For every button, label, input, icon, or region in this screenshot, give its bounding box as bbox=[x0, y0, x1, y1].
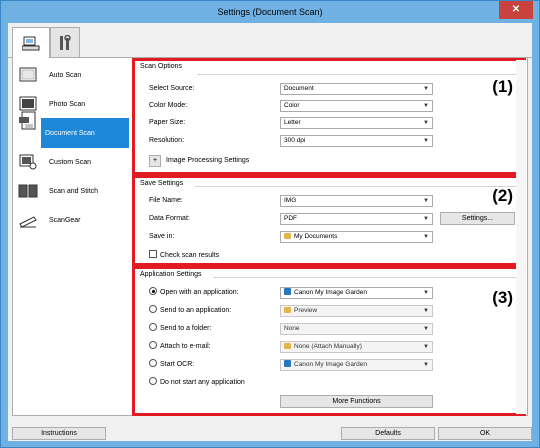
sidebar-item-label: Photo Scan bbox=[49, 100, 86, 108]
chevron-down-icon: ▼ bbox=[423, 103, 429, 109]
sidebar-item-scan-and-stitch[interactable]: Scan and Stitch bbox=[13, 176, 129, 206]
chevron-down-icon: ▼ bbox=[423, 344, 429, 350]
color-mode-dropdown[interactable]: Color ▼ bbox=[280, 100, 433, 112]
attach-email-row[interactable]: Attach to e-mail: bbox=[149, 341, 211, 353]
select-source-label: Select Source: bbox=[149, 85, 195, 92]
defaults-button[interactable]: Defaults bbox=[341, 427, 435, 440]
application-settings-heading: Application Settings bbox=[140, 271, 202, 278]
section-number-2: (2) bbox=[492, 186, 513, 205]
more-functions-button[interactable]: More Functions bbox=[280, 395, 433, 408]
sidebar-item-document-scan[interactable]: Document Scan bbox=[41, 118, 129, 148]
chevron-down-icon: ▼ bbox=[423, 198, 429, 204]
tools-icon bbox=[60, 34, 71, 50]
check-scan-results-row[interactable]: Check scan results bbox=[149, 250, 219, 262]
image-processing-label: Image Processing Settings bbox=[166, 157, 250, 164]
settings-window: Settings (Document Scan) ✕ Auto Scan Pho… bbox=[0, 0, 540, 448]
check-scan-results-label: Check scan results bbox=[160, 252, 220, 259]
section-number-1: (1) bbox=[492, 77, 513, 96]
color-mode-label: Color Mode: bbox=[149, 102, 188, 109]
start-ocr-radio[interactable] bbox=[149, 359, 157, 367]
chevron-down-icon: ▼ bbox=[423, 86, 429, 92]
sidebar-item-scangear[interactable]: ScanGear bbox=[13, 205, 129, 235]
divider bbox=[195, 186, 519, 187]
chevron-down-icon: ▼ bbox=[423, 138, 429, 144]
save-in-label: Save in: bbox=[149, 233, 175, 240]
divider bbox=[197, 74, 519, 75]
sidebar-item-label: ScanGear bbox=[49, 216, 81, 224]
ok-button[interactable]: OK bbox=[438, 427, 532, 440]
scangear-icon bbox=[13, 211, 43, 229]
send-to-app-radio[interactable] bbox=[149, 305, 157, 313]
no-app-row[interactable]: Do not start any application bbox=[149, 377, 245, 389]
email-app-icon bbox=[284, 343, 291, 349]
resolution-dropdown[interactable]: 300 dpi ▼ bbox=[280, 135, 433, 147]
start-ocr-dropdown[interactable]: Canon My Image Garden ▼ bbox=[280, 359, 433, 371]
data-format-label: Data Format: bbox=[149, 215, 190, 222]
section-number-3: (3) bbox=[492, 288, 513, 307]
chevron-down-icon: ▼ bbox=[423, 308, 429, 314]
send-to-app-dropdown[interactable]: Preview ▼ bbox=[280, 305, 433, 317]
window-title: Settings (Document Scan) bbox=[217, 7, 323, 17]
scan-options-section: Scan Options (1) Select Source: Document… bbox=[132, 58, 526, 175]
folder-icon bbox=[284, 233, 291, 239]
attach-email-dropdown[interactable]: None (Attach Manually) ▼ bbox=[280, 341, 433, 353]
scan-stitch-icon bbox=[13, 182, 43, 200]
sidebar-item-label: Custom Scan bbox=[49, 158, 92, 166]
divider bbox=[213, 277, 519, 278]
open-with-app-row[interactable]: Open with an application: bbox=[149, 287, 239, 299]
open-with-app-dropdown[interactable]: Canon My Image Garden ▼ bbox=[280, 287, 433, 299]
save-settings-section: Save Settings (2) File Name: IMG ▼ Data F… bbox=[132, 175, 526, 266]
instructions-button[interactable]: Instructions bbox=[12, 427, 106, 440]
sidebar-item-label: Document Scan bbox=[45, 129, 95, 137]
chevron-down-icon: ▼ bbox=[423, 216, 429, 222]
send-to-folder-row[interactable]: Send to a folder: bbox=[149, 323, 211, 335]
open-with-app-radio[interactable] bbox=[149, 287, 157, 295]
sidebar-item-auto-scan[interactable]: Auto Scan bbox=[13, 60, 129, 90]
file-name-combo[interactable]: IMG ▼ bbox=[280, 195, 433, 207]
sidebar-item-label: Scan and Stitch bbox=[49, 187, 99, 195]
check-scan-results-checkbox[interactable] bbox=[149, 250, 157, 258]
attach-email-radio[interactable] bbox=[149, 341, 157, 349]
format-settings-button[interactable]: Settings... bbox=[440, 212, 515, 225]
chevron-down-icon: ▼ bbox=[423, 362, 429, 368]
canon-app-icon bbox=[284, 360, 291, 367]
chevron-down-icon: ▼ bbox=[423, 326, 429, 332]
paper-size-label: Paper Size: bbox=[149, 119, 186, 126]
paper-size-dropdown[interactable]: Letter ▼ bbox=[280, 117, 433, 129]
scan-options-heading: Scan Options bbox=[140, 63, 183, 70]
save-in-dropdown[interactable]: My Documents ▼ bbox=[280, 231, 433, 243]
auto-scan-icon bbox=[13, 66, 43, 84]
application-settings-section: Application Settings (3) Open with an ap… bbox=[132, 266, 526, 416]
save-settings-heading: Save Settings bbox=[140, 180, 184, 187]
chevron-down-icon: ▼ bbox=[423, 120, 429, 126]
scanner-pc-icon bbox=[22, 36, 40, 51]
close-button[interactable]: ✕ bbox=[499, 1, 533, 19]
data-format-dropdown[interactable]: PDF ▼ bbox=[280, 213, 433, 225]
send-to-app-row[interactable]: Send to an application: bbox=[149, 305, 231, 317]
vertical-scrollbar[interactable] bbox=[516, 60, 526, 414]
sidebar-item-custom-scan[interactable]: Custom Scan bbox=[13, 147, 129, 177]
start-ocr-row[interactable]: Start OCR: bbox=[149, 359, 194, 371]
chevron-down-icon: ▼ bbox=[423, 234, 429, 240]
no-app-radio[interactable] bbox=[149, 377, 157, 385]
send-to-folder-dropdown[interactable]: None ▼ bbox=[280, 323, 433, 335]
tab-scan-settings[interactable] bbox=[12, 27, 50, 58]
canon-app-icon bbox=[284, 288, 291, 295]
window-client: Auto Scan Photo Scan Document Scan Custo… bbox=[8, 23, 532, 441]
preview-icon bbox=[284, 307, 291, 313]
file-name-label: File Name: bbox=[149, 197, 183, 204]
custom-scan-icon bbox=[13, 153, 43, 171]
expand-image-processing-button[interactable]: + bbox=[149, 155, 161, 167]
select-source-dropdown[interactable]: Document ▼ bbox=[280, 83, 433, 95]
resolution-label: Resolution: bbox=[149, 137, 185, 144]
send-to-folder-radio[interactable] bbox=[149, 323, 157, 331]
sidebar-item-label: Auto Scan bbox=[49, 71, 82, 79]
chevron-down-icon: ▼ bbox=[423, 290, 429, 296]
document-scan-icon bbox=[13, 106, 43, 136]
tab-general-settings[interactable] bbox=[50, 27, 80, 57]
